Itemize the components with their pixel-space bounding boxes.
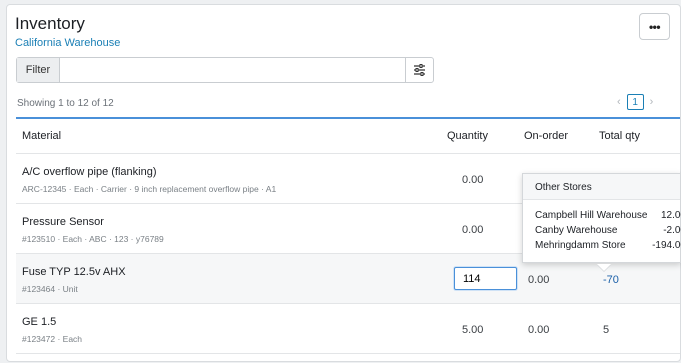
material-name: A/C overflow pipe (flanking) — [22, 166, 157, 178]
warehouse-link[interactable]: California Warehouse — [15, 37, 120, 49]
material-name: Pressure Sensor — [22, 216, 104, 228]
store-row: Canby Warehouse -2.00 — [535, 225, 681, 236]
pagination: ‹ 1 › — [617, 94, 653, 110]
material-name: Fuse TYP 12.5v AHX — [22, 266, 126, 278]
other-stores-popover: Other Stores Campbell Hill Warehouse 12.… — [522, 173, 681, 263]
header-material: Material — [22, 130, 62, 142]
material-meta: #123510 · Each · ABC · 123 · y76789 — [22, 234, 164, 244]
material-meta: #123464 · Unit — [22, 284, 78, 294]
store-value: -2.00 — [663, 225, 681, 236]
total-qty-link[interactable]: -70 — [603, 274, 619, 286]
store-row: Mehringdamm Store -194.00 — [535, 240, 681, 251]
header-quantity: Quantity — [447, 130, 488, 142]
page-title: Inventory — [15, 14, 85, 33]
popover-arrow — [597, 264, 611, 271]
quantity-value[interactable]: 5.00 — [462, 324, 483, 336]
quantity-value[interactable]: 0.00 — [462, 224, 483, 236]
store-value: -194.00 — [652, 240, 681, 251]
quantity-input[interactable] — [454, 267, 517, 290]
chevron-left-icon[interactable]: ‹ — [617, 96, 621, 108]
material-meta: ARC-12345 · Each · Carrier · 9 inch repl… — [22, 184, 277, 194]
filter-bar: Filter — [16, 57, 434, 83]
material-meta: #123472 · Each — [22, 334, 83, 344]
store-value: 12.00 — [660, 210, 681, 221]
on-order-value: 0.00 — [528, 324, 550, 336]
quantity-value[interactable]: 0.00 — [462, 174, 483, 186]
chevron-right-icon[interactable]: › — [650, 96, 654, 108]
store-row: Campbell Hill Warehouse 12.00 — [535, 210, 681, 221]
header-total: Total qty — [599, 130, 640, 142]
popover-title: Other Stores — [523, 174, 680, 200]
filter-label: Filter — [17, 58, 60, 82]
store-name: Canby Warehouse — [535, 225, 618, 236]
material-name: GE 1.5 — [22, 316, 57, 328]
total-qty-value: 5 — [603, 324, 610, 336]
sliders-icon — [414, 64, 425, 76]
showing-count: Showing 1 to 12 of 12 — [17, 98, 114, 109]
more-options-button[interactable]: ••• — [639, 13, 670, 40]
header-on-order: On-order — [524, 130, 569, 142]
filter-input[interactable] — [60, 58, 405, 82]
page-current[interactable]: 1 — [626, 94, 644, 110]
store-name: Mehringdamm Store — [535, 240, 626, 251]
filter-settings-button[interactable] — [405, 58, 433, 82]
store-name: Campbell Hill Warehouse — [535, 210, 648, 221]
table-header: Material Quantity On-order Total qty — [16, 117, 680, 154]
table-row[interactable]: GE 1.5 #123472 · Each 5.00 0.00 5 — [16, 304, 680, 354]
on-order-value: 0.00 — [528, 274, 550, 286]
